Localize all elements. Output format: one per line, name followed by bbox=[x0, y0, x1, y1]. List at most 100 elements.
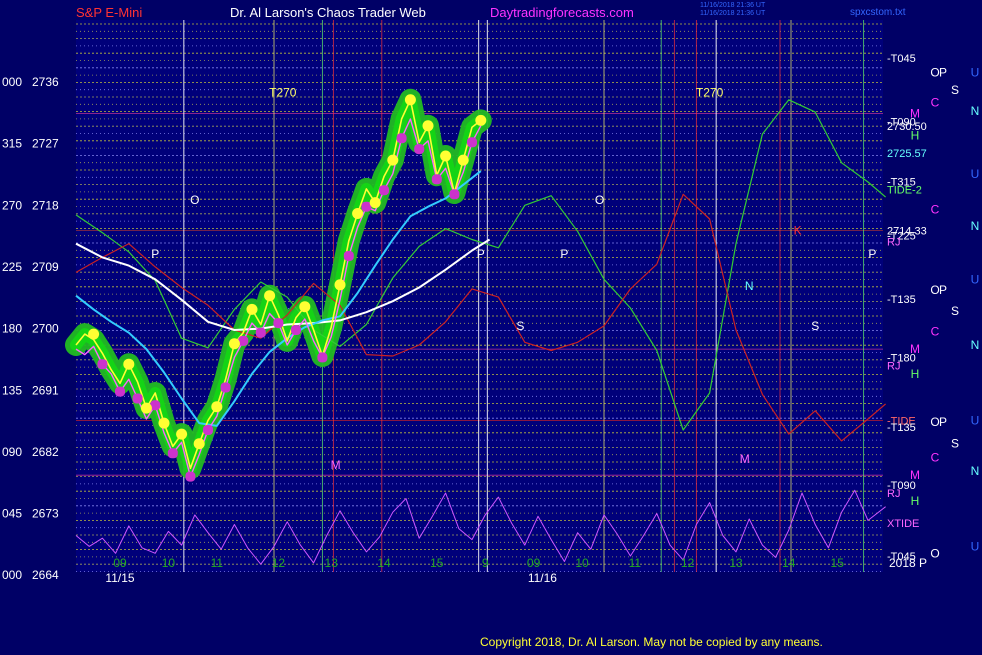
right-level-label: RJ bbox=[887, 237, 900, 249]
right-marker-letter: O bbox=[930, 546, 939, 560]
x-tick-label: 09 bbox=[113, 556, 127, 570]
chart-annotation: P bbox=[151, 247, 159, 261]
yellow-marker bbox=[176, 428, 188, 440]
y-tick-label: 2673 bbox=[32, 507, 59, 521]
copyright-notice: Copyright 2018, Dr. Al Larson. May not b… bbox=[480, 635, 823, 649]
y-tick-label: 2709 bbox=[32, 260, 59, 274]
x-tick-label: 14 bbox=[782, 556, 796, 570]
right-marker-letter: C bbox=[931, 450, 940, 464]
chart-annotation: T270 bbox=[269, 85, 297, 99]
magenta-marker bbox=[203, 425, 213, 435]
x-tick-label: 12 bbox=[272, 556, 286, 570]
chart-annotation: P bbox=[560, 247, 568, 261]
magenta-marker bbox=[167, 448, 178, 459]
x-tick-label: 12 bbox=[681, 556, 695, 570]
right-marker-letter: H bbox=[911, 367, 920, 381]
chart-title: Dr. Al Larson's Chaos Trader Web bbox=[230, 5, 426, 20]
date-label: 11/15 bbox=[105, 571, 134, 585]
chart-annotation: P bbox=[477, 247, 485, 261]
right-level-label: RJ bbox=[887, 361, 900, 373]
right-marker-letter: N bbox=[971, 219, 980, 233]
magenta-marker bbox=[273, 318, 284, 329]
right-marker-letter: P bbox=[919, 556, 927, 570]
x-tick-label: 09 bbox=[527, 556, 541, 570]
right-marker-letter: S bbox=[951, 83, 959, 97]
chart-annotation: T270 bbox=[696, 85, 724, 99]
yellow-marker bbox=[88, 328, 100, 340]
chart-annotation: N bbox=[745, 279, 754, 293]
y-tick-left: 000 bbox=[2, 568, 22, 582]
right-marker-letter: M bbox=[910, 342, 920, 356]
x-tick-label: 13 bbox=[729, 556, 743, 570]
symbol-label: S&P E-Mini bbox=[76, 5, 142, 20]
yellow-marker bbox=[404, 94, 416, 106]
yellow-marker bbox=[475, 114, 487, 126]
yellow-marker bbox=[228, 338, 240, 350]
y-tick-label: 2727 bbox=[32, 137, 59, 151]
x-tick-label: 11 bbox=[629, 556, 642, 570]
chart-annotation: S bbox=[811, 319, 819, 333]
chart-window: 000 2736 315 2727 270 2718 225 2709 180 2700 135 26… bbox=[0, 0, 982, 650]
yellow-marker bbox=[387, 154, 399, 166]
y-tick-left: 180 bbox=[2, 322, 22, 336]
yellow-marker bbox=[369, 197, 381, 209]
chart-annotation: K bbox=[794, 224, 802, 238]
timestamp-1: 11/16/2018 21:36 UT bbox=[700, 2, 766, 9]
magenta-marker bbox=[220, 382, 231, 393]
right-level-label: -T045 bbox=[887, 53, 916, 65]
x-tick-label: 10 bbox=[162, 556, 176, 570]
y-tick-label: 2736 bbox=[32, 75, 59, 89]
right-level-label: 2730.50 bbox=[887, 121, 927, 133]
yellow-marker bbox=[440, 150, 452, 162]
right-level-label: -T135 bbox=[887, 422, 916, 434]
yellow-marker bbox=[193, 438, 205, 450]
magenta-marker bbox=[343, 251, 354, 261]
right-marker-letter: C bbox=[931, 96, 940, 110]
x-tick-label: 15 bbox=[430, 556, 444, 570]
x-tick-label: 14 bbox=[377, 556, 391, 570]
y-tick-left: 135 bbox=[2, 383, 22, 397]
right-marker-letter: H bbox=[911, 128, 920, 142]
magenta-marker bbox=[379, 185, 389, 196]
site-link[interactable]: Daytradingforecasts.com bbox=[490, 5, 634, 20]
yellow-marker bbox=[299, 301, 311, 313]
date-label: 11/16 bbox=[528, 571, 557, 585]
right-level-label: XTIDE bbox=[887, 518, 919, 530]
yellow-marker bbox=[158, 417, 170, 429]
y-tick-label: 2682 bbox=[32, 445, 59, 459]
x-tick-label: 15 bbox=[831, 556, 845, 570]
right-marker-letter: C bbox=[931, 324, 940, 338]
x-tick-label: 9 bbox=[482, 556, 489, 570]
right-marker-letter: M bbox=[910, 468, 920, 482]
right-level-label: TIDE-2 bbox=[887, 185, 922, 197]
x-tick-label: 10 bbox=[575, 556, 589, 570]
right-marker-letter: N bbox=[971, 464, 980, 478]
chart-annotation: O bbox=[190, 193, 199, 207]
magenta-marker bbox=[291, 325, 301, 335]
plot-area bbox=[76, 20, 883, 572]
y-tick-label: 2664 bbox=[32, 568, 59, 582]
yellow-marker bbox=[140, 402, 152, 414]
magenta-marker bbox=[115, 386, 125, 397]
chart-annotation: P bbox=[868, 247, 876, 261]
chart-annotation: M bbox=[740, 452, 750, 466]
yellow-marker bbox=[264, 290, 276, 302]
magenta-marker bbox=[185, 471, 196, 482]
right-marker-letter: P bbox=[939, 283, 947, 297]
right-marker-letter: U bbox=[971, 539, 980, 553]
right-marker-letter: U bbox=[971, 272, 980, 286]
yellow-marker bbox=[123, 358, 135, 370]
yellow-marker bbox=[352, 208, 364, 219]
y-tick-label: 2700 bbox=[32, 322, 59, 336]
y-tick-left: 045 bbox=[2, 507, 22, 521]
chart-annotation: O bbox=[595, 193, 604, 207]
magenta-marker bbox=[414, 144, 425, 155]
price-chart: 000 2736 315 2727 270 2718 225 2709 180 2700 135 26… bbox=[0, 0, 982, 650]
magenta-marker bbox=[396, 133, 407, 144]
right-marker-letter: M bbox=[910, 107, 920, 121]
y-tick-left: 315 bbox=[2, 137, 22, 151]
right-marker-letter: C bbox=[931, 202, 940, 216]
magenta-marker bbox=[97, 359, 108, 370]
right-marker-letter: H bbox=[911, 494, 920, 508]
yellow-marker bbox=[422, 120, 434, 132]
